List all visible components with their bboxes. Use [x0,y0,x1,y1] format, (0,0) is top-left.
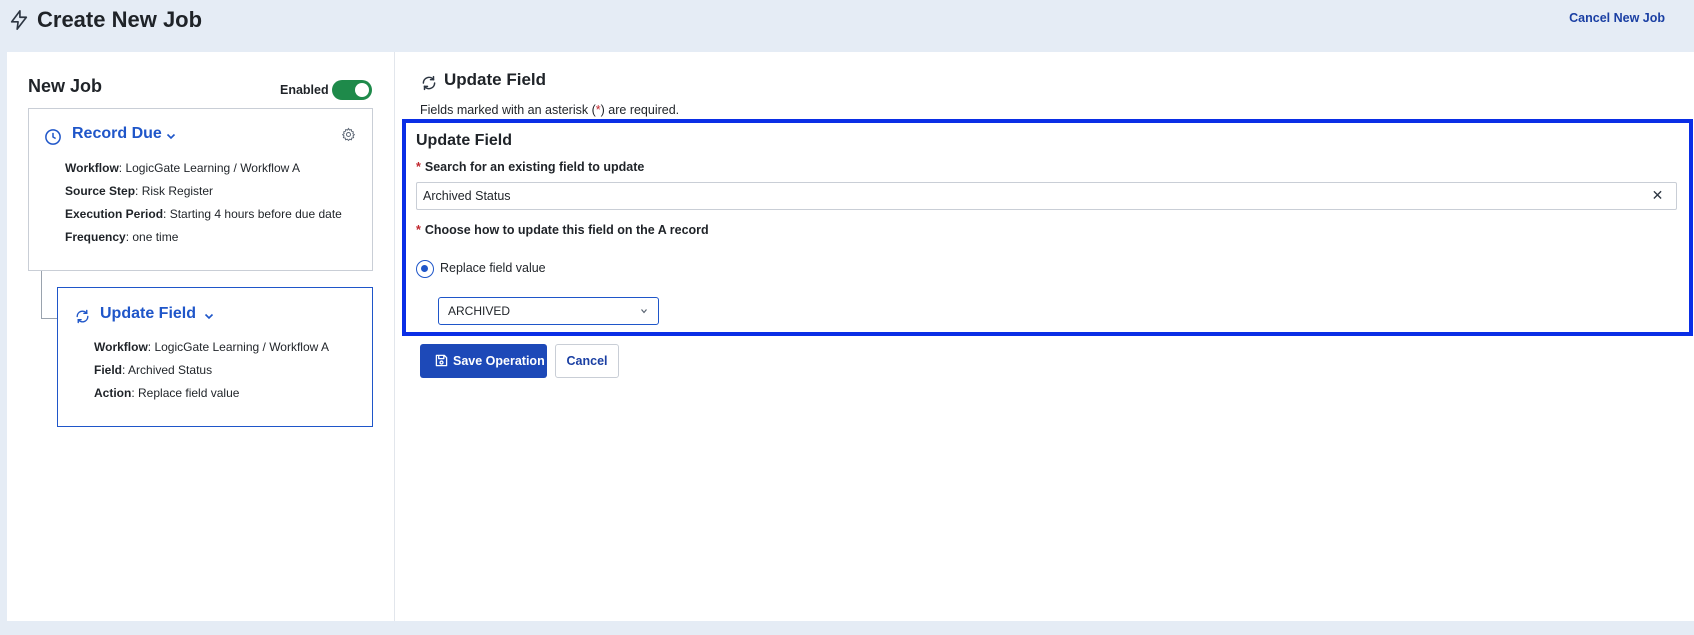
trigger-detail-frequency: Frequency: one time [65,230,179,244]
operation-editor: Update Field Fields marked with an aster… [395,52,1694,621]
radio-dot [421,265,428,272]
field-value-select[interactable]: ARCHIVED [438,297,659,325]
cancel-button[interactable]: Cancel [555,344,619,378]
operation-card-title[interactable]: Update Field [100,305,196,323]
editor-title: Update Field [444,70,547,89]
form-title: Update Field [416,132,513,149]
update-field-form: Update Field * Search for an existing fie… [402,119,1693,336]
save-icon [435,354,448,367]
replace-value-radio-label[interactable]: Replace field value [440,261,546,275]
page-title: Create New Job [37,7,203,32]
replace-value-radio[interactable] [416,260,434,278]
toggle-knob [355,83,369,97]
refresh-icon [422,75,436,91]
operation-detail-field: Field: Archived Status [94,363,213,377]
save-operation-label: Save Operation [453,354,545,368]
trigger-detail-workflow: Workflow: LogicGate Learning / Workflow … [65,161,300,175]
save-operation-button[interactable]: Save Operation [420,344,547,378]
trigger-card[interactable]: Record Due Workflow: LogicGate Learning … [28,108,373,271]
job-outline-panel: New Job Enabled Record Due Workflow: Log… [7,52,395,621]
trigger-detail-execution-period: Execution Period: Starting 4 hours befor… [65,207,342,221]
operation-card[interactable]: Update Field Workflow: LogicGate Learnin… [57,287,373,427]
required-note: Fields marked with an asterisk (*) are r… [420,103,680,117]
search-field-label: * Search for an existing field to update [416,160,645,174]
enabled-label: Enabled [280,83,329,97]
main-panel: New Job Enabled Record Due Workflow: Log… [7,52,1694,621]
gear-icon[interactable] [341,127,356,142]
chevron-down-icon[interactable] [165,130,177,142]
refresh-icon [76,309,89,324]
top-bar: Create New Job Cancel New Job [0,0,1694,52]
cancel-new-job-link[interactable]: Cancel New Job [1569,11,1665,25]
trigger-detail-source-step: Source Step: Risk Register [65,184,214,198]
trigger-card-title[interactable]: Record Due [72,125,162,143]
update-method-label: * Choose how to update this field on the … [416,223,709,237]
clear-icon[interactable]: ✕ [1651,188,1664,202]
field-search-input[interactable] [417,183,1617,209]
chevron-down-icon [641,309,647,314]
operation-detail-action: Action: Replace field value [94,386,240,400]
operation-detail-workflow: Workflow: LogicGate Learning / Workflow … [94,340,329,354]
clock-icon [45,129,61,145]
selected-value: ARCHIVED [448,304,511,318]
chevron-down-icon[interactable] [203,310,215,322]
bolt-icon [10,10,28,30]
job-heading: New Job [28,76,103,96]
field-search-box[interactable]: ✕ [416,182,1677,210]
enabled-toggle[interactable] [332,80,372,100]
